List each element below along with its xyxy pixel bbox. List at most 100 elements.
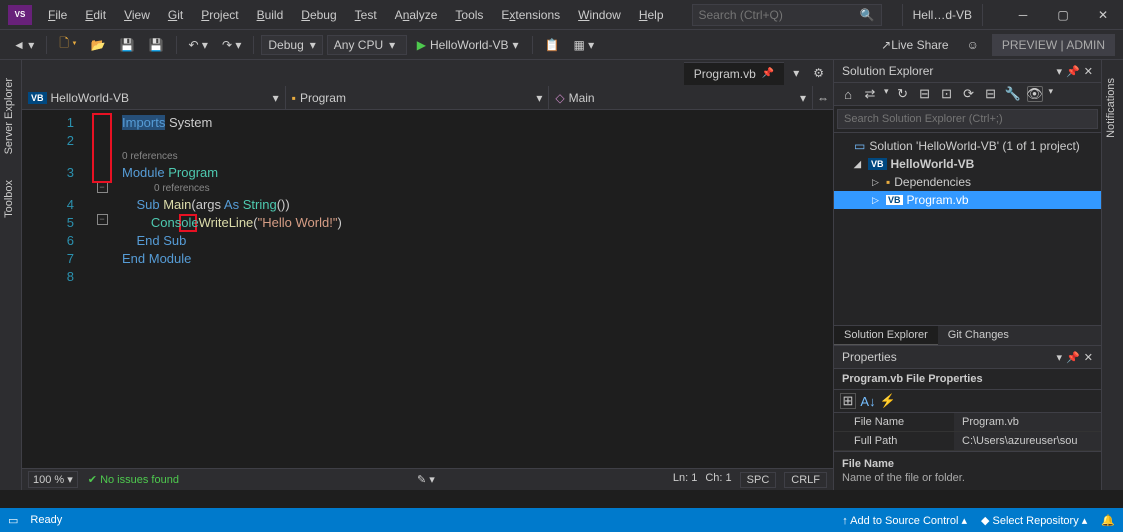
split-icon[interactable]: ⇔: [813, 86, 833, 109]
menu-analyze[interactable]: Analyze: [387, 4, 446, 26]
prop-desc-text: Name of the file or folder.: [842, 472, 1093, 484]
properties-icon[interactable]: 🔧: [1005, 86, 1021, 102]
server-explorer-tab[interactable]: Server Explorer: [0, 70, 21, 162]
undo-icon[interactable]: ↶ ▾: [184, 35, 213, 55]
tree-dependencies[interactable]: ▷▪Dependencies: [834, 173, 1101, 191]
menu-extensions[interactable]: Extensions: [493, 4, 568, 26]
menu-help[interactable]: Help: [631, 4, 672, 26]
open-icon[interactable]: 📂: [86, 35, 111, 55]
eol-indicator[interactable]: CRLF: [784, 472, 827, 488]
settings-icon[interactable]: ⚙: [808, 63, 829, 83]
code-content: Imports System 0 references Module Progr…: [122, 110, 833, 468]
property-row[interactable]: Full PathC:\Users\azureuser\sou: [834, 432, 1101, 451]
global-search[interactable]: 🔍: [692, 4, 882, 26]
save-all-icon[interactable]: 💾: [144, 35, 169, 55]
close-icon[interactable]: ✕: [1084, 351, 1093, 364]
live-share-button[interactable]: ↗ Live Share: [876, 35, 953, 55]
property-row[interactable]: File NameProgram.vb: [834, 413, 1101, 432]
dropdown-icon[interactable]: ▾: [1057, 65, 1063, 78]
vs-logo: VS: [8, 5, 32, 25]
editor: Program.vb 📌 ▾ ⚙ VBHelloWorld-VB▾ ▪Progr…: [22, 60, 833, 490]
ready-status: Ready: [30, 514, 62, 526]
solution-explorer-tab[interactable]: Solution Explorer: [834, 326, 938, 345]
highlight-box-1: [92, 113, 112, 183]
maximize-button[interactable]: ▢: [1043, 0, 1083, 30]
menu-view[interactable]: View: [116, 4, 158, 26]
code-area[interactable]: 12345678 − − Imports System 0 references…: [22, 110, 833, 468]
select-repository[interactable]: ◆ Select Repository ▴: [981, 514, 1087, 527]
health-icon[interactable]: ✎ ▾: [417, 473, 435, 486]
titlebar: VS FileEditViewGitProjectBuildDebugTestA…: [0, 0, 1123, 30]
menu-file[interactable]: File: [40, 4, 75, 26]
play-icon: ▶: [417, 38, 426, 52]
platform-dropdown[interactable]: Any CPU▾: [327, 35, 407, 55]
events-icon[interactable]: ⚡: [880, 393, 896, 409]
pin-icon[interactable]: 📌: [1066, 351, 1080, 364]
search-icon: 🔍: [860, 8, 875, 22]
tree-project[interactable]: ◢VBHelloWorld-VB: [834, 155, 1101, 173]
tab-overflow-icon[interactable]: ▾: [788, 63, 804, 83]
tree-program-file[interactable]: ▷VBProgram.vb: [834, 191, 1101, 209]
toolbox-tab[interactable]: Toolbox: [0, 172, 21, 226]
output-icon[interactable]: ▭: [8, 514, 18, 527]
pin-icon[interactable]: 📌: [1066, 65, 1080, 78]
menu-test[interactable]: Test: [347, 4, 385, 26]
statusbar: ▭ Ready ↑ Add to Source Control ▴ ◆ Sele…: [0, 508, 1123, 532]
line-numbers: 12345678: [22, 110, 82, 468]
menu-debug[interactable]: Debug: [293, 4, 344, 26]
zoom-dropdown[interactable]: 100 % ▾: [28, 471, 78, 488]
solution-explorer-toolbar: ⌂ ⇄ ▾ ↻ ⊟ ⊡ ⟳ ⊟ 🔧 👁 ▾: [834, 83, 1101, 106]
filter-icon[interactable]: ⊟: [917, 86, 933, 102]
sort-icon[interactable]: A↓: [860, 393, 876, 409]
nav-back-icon[interactable]: ◄ ▾: [8, 35, 39, 55]
notifications-tab[interactable]: Notifications: [1102, 70, 1123, 146]
feedback-icon[interactable]: ☺: [962, 35, 984, 55]
minimize-button[interactable]: ─: [1003, 0, 1043, 30]
nav-project[interactable]: VBHelloWorld-VB▾: [22, 86, 286, 109]
preview-admin-button[interactable]: PREVIEW | ADMIN: [992, 34, 1115, 56]
pin-icon[interactable]: 📌: [762, 68, 774, 79]
search-input[interactable]: [699, 8, 860, 22]
menu-project[interactable]: Project: [193, 4, 246, 26]
nav-class[interactable]: ▪Program▾: [286, 86, 550, 109]
menu-build[interactable]: Build: [249, 4, 292, 26]
close-button[interactable]: ✕: [1083, 0, 1123, 30]
menu-window[interactable]: Window: [570, 4, 629, 26]
collapse-icon[interactable]: ⊟: [983, 86, 999, 102]
switch-view-icon[interactable]: ⇄: [862, 86, 878, 102]
redo-icon[interactable]: ↷ ▾: [217, 35, 246, 55]
show-all-icon[interactable]: ⊡: [939, 86, 955, 102]
solution-search-input[interactable]: [837, 109, 1098, 129]
menu-tools[interactable]: Tools: [447, 4, 491, 26]
save-icon[interactable]: 💾: [115, 35, 140, 55]
fold-icon[interactable]: −: [97, 214, 108, 225]
git-changes-tab[interactable]: Git Changes: [938, 326, 1019, 345]
layout-icon[interactable]: ▦ ▾: [568, 35, 599, 55]
window-title-tab[interactable]: Hell…d-VB: [902, 4, 983, 26]
file-tab[interactable]: Program.vb 📌: [684, 62, 784, 85]
new-project-icon[interactable]: 🗋 ▾: [54, 31, 81, 58]
categorize-icon[interactable]: ⊞: [840, 393, 856, 409]
start-debug-button[interactable]: ▶ HelloWorld-VB ▾: [411, 36, 525, 54]
close-icon[interactable]: ✕: [1084, 65, 1093, 78]
dropdown-icon[interactable]: ▾: [1057, 351, 1063, 364]
home-icon[interactable]: ⌂: [840, 86, 856, 102]
refresh-icon[interactable]: ⟳: [961, 86, 977, 102]
issues-status[interactable]: ✔ No issues found: [88, 473, 179, 486]
menu-edit[interactable]: Edit: [77, 4, 114, 26]
fold-icon[interactable]: −: [97, 182, 108, 193]
properties-header: Properties ▾ 📌 ✕: [834, 346, 1101, 369]
right-tool-rail: Notifications: [1101, 60, 1123, 490]
editor-status-bar: 100 % ▾ ✔ No issues found ✎ ▾ Ln: 1 Ch: …: [22, 468, 833, 490]
notifications-icon[interactable]: 🔔: [1101, 514, 1115, 527]
sidebar: Solution Explorer ▾ 📌 ✕ ⌂ ⇄ ▾ ↻ ⊟ ⊡ ⟳ ⊟ …: [833, 60, 1101, 490]
tree-solution[interactable]: ▭Solution 'HelloWorld-VB' (1 of 1 projec…: [834, 137, 1101, 155]
toolbox-icon[interactable]: 📋: [540, 35, 565, 55]
add-source-control[interactable]: ↑ Add to Source Control ▴: [842, 514, 967, 527]
configuration-dropdown[interactable]: Debug▾: [261, 35, 322, 55]
nav-member[interactable]: ◇Main▾: [549, 86, 813, 109]
menu-git[interactable]: Git: [160, 4, 191, 26]
sync-icon[interactable]: ↻: [895, 86, 911, 102]
preview-icon[interactable]: 👁: [1027, 86, 1043, 102]
indent-indicator[interactable]: SPC: [740, 472, 777, 488]
